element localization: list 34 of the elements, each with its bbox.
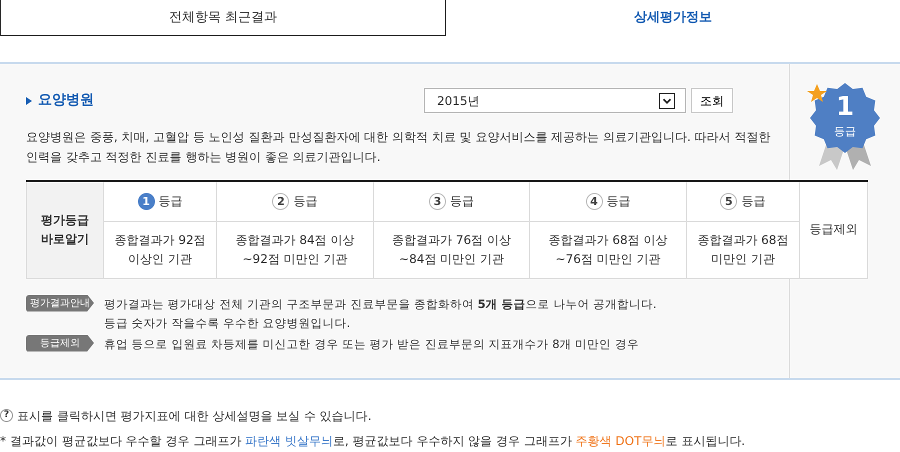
triangle-icon	[26, 96, 32, 104]
grade-number-icon: 4	[586, 192, 602, 210]
note-tag: 평가결과안내	[26, 294, 94, 312]
table-cell: 등급제외	[800, 181, 868, 278]
help-icon[interactable]: ?	[0, 409, 13, 422]
note-text: 평가결과는 평가대상 전체 기관의 구조부문과 진료부문을 종합화하여 5개 등급으로 나누어 공개합니다.	[104, 296, 657, 312]
row-header: 평가등급 바로알기	[26, 181, 104, 278]
footer-text: 표시를 클릭하시면 평가지표에 대한 상세설명을 보실 수 있습니다.	[17, 408, 372, 424]
table-cell: 종합결과가 76점 이상 ~84점 미만인 기관	[373, 221, 530, 278]
note-tag: 등급제외	[26, 334, 94, 352]
grade-number-icon: 2	[272, 192, 290, 210]
note-text: 휴업 등으로 입원료 차등제를 미신고한 경우 또는 평가 받은 진료부문의 지표개수가 8개 미만인 경우	[104, 336, 639, 352]
description-text: 요양병원은 중풍, 치매, 고혈압 등 노인성 질환과 만성질환자에 대한 의학적 치료 및 요양서비스를 제공하는 의료기관입니다. 따라서 적절한 인력을 갖추고 적정한 진료를 행하는 병원이 좋은 의료기관입니다.	[26, 129, 772, 166]
note-text: 등급 숫자가 작을수록 우수한 요양병원입니다.	[104, 314, 352, 332]
badge-number: 1	[834, 92, 856, 122]
tab[interactable]: 전체항목 최근결과	[0, 0, 446, 36]
grade-label: 등급	[606, 194, 630, 208]
section-title: 요양병원	[38, 91, 94, 110]
table-cell: 종합결과가 68점 이상 ~76점 미만인 기관	[530, 221, 686, 278]
footnote-mark: *	[0, 432, 6, 450]
footer-text: 결과값이 평균값보다 우수할 경우 그래프가 파란색 빗살무늬로, 평균값보다 우수하지 않을 경우 그래프가 주황색 DOT무늬로 표시됩니다.	[10, 432, 746, 450]
grade-label: 등급	[741, 194, 766, 208]
grade-number-icon: 3	[428, 192, 446, 210]
search-button[interactable]: 조회	[691, 88, 733, 113]
grade-label: 등급	[293, 194, 318, 208]
table-cell: 종합결과가 84점 이상 ~92점 미만인 기관	[216, 221, 374, 278]
badge-label: 등급	[833, 124, 857, 140]
chevron-icon	[659, 92, 675, 108]
grade-label: 등급	[450, 194, 474, 208]
table-cell: 종합결과가 92점 이상인 기관	[104, 221, 217, 278]
grade-number-icon: 1	[138, 192, 155, 210]
grade-number-icon: 5	[720, 192, 738, 210]
year-select[interactable]: 2015년	[424, 88, 686, 113]
grade-label: 등급	[158, 194, 183, 208]
